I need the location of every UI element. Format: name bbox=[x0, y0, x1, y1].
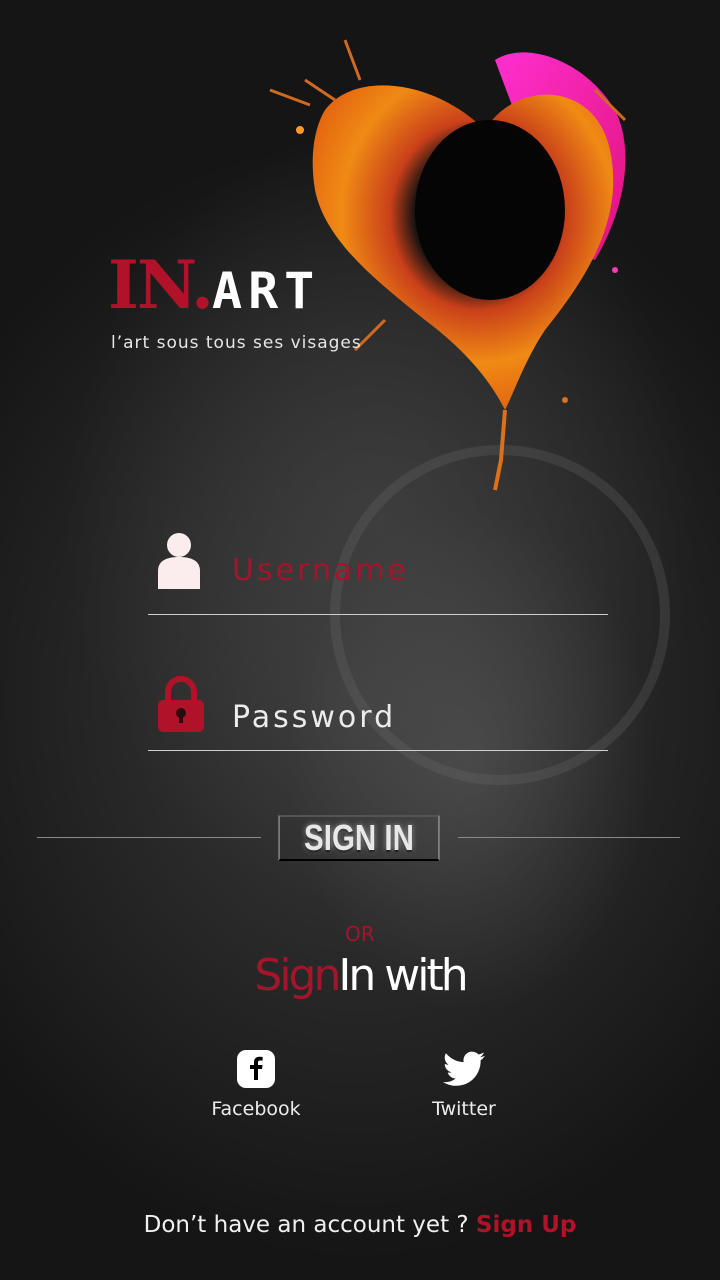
password-field[interactable] bbox=[148, 670, 608, 751]
twitter-label: Twitter bbox=[432, 1098, 496, 1120]
logo-in-text: IN. bbox=[108, 246, 214, 324]
sign-in-button[interactable]: SIGN IN bbox=[278, 815, 440, 861]
logo-art-text: ART bbox=[211, 262, 321, 320]
signup-prompt: Don’t have an account yet ? Sign Up bbox=[0, 1212, 720, 1238]
paint-splash-heart bbox=[269, 39, 627, 491]
password-input[interactable] bbox=[232, 700, 592, 735]
signin-divider-right bbox=[458, 837, 680, 838]
twitter-login-button[interactable]: Twitter bbox=[394, 1050, 534, 1120]
lock-icon bbox=[156, 675, 206, 738]
signin-with-heading: SignIn with bbox=[0, 950, 720, 1001]
facebook-label: Facebook bbox=[211, 1098, 301, 1120]
signin-with-part1: Sign bbox=[254, 950, 341, 1001]
facebook-login-button[interactable]: Facebook bbox=[186, 1050, 326, 1120]
username-input[interactable] bbox=[232, 553, 592, 588]
app-logo: IN.ART bbox=[108, 246, 320, 324]
sign-up-link[interactable]: Sign Up bbox=[476, 1212, 576, 1238]
username-field[interactable] bbox=[148, 525, 608, 615]
tagline: l’art sous tous ses visages bbox=[111, 333, 362, 353]
signin-with-part2: In with bbox=[338, 950, 468, 1001]
or-label: OR bbox=[345, 922, 375, 946]
signin-divider-left bbox=[37, 837, 261, 838]
signup-prompt-text: Don’t have an account yet ? bbox=[143, 1212, 476, 1238]
twitter-icon bbox=[443, 1050, 485, 1088]
user-icon bbox=[156, 531, 202, 593]
facebook-icon bbox=[237, 1050, 275, 1088]
